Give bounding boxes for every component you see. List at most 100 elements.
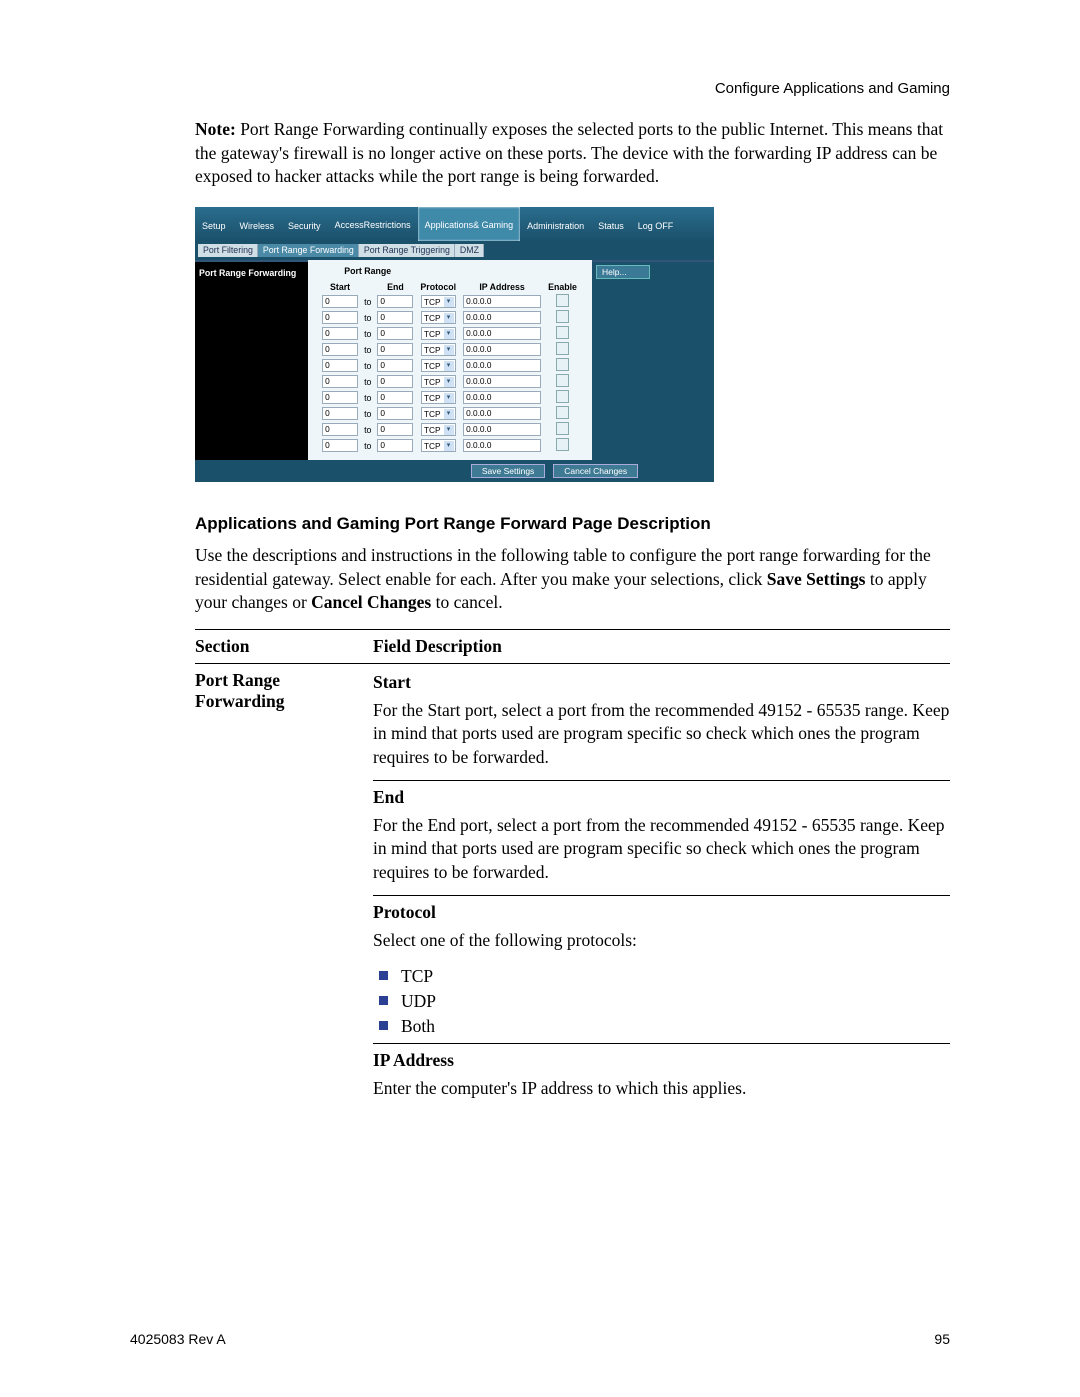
save-settings-button[interactable]: Save Settings <box>471 464 545 478</box>
protocol-select[interactable]: TCP▾ <box>421 359 456 372</box>
end-input[interactable]: 0 <box>377 439 413 452</box>
note-paragraph: Note: Port Range Forwarding continually … <box>195 118 950 189</box>
to-label: to <box>361 342 374 358</box>
tab-applications-gaming[interactable]: Applications& Gaming <box>418 207 521 241</box>
ip-input[interactable]: 0.0.0.0 <box>463 375 541 388</box>
end-input[interactable]: 0 <box>377 311 413 324</box>
section-heading: Applications and Gaming Port Range Forwa… <box>195 514 950 534</box>
ip-input[interactable]: 0.0.0.0 <box>463 439 541 452</box>
end-input[interactable]: 0 <box>377 327 413 340</box>
tab-status[interactable]: Status <box>591 207 631 241</box>
enable-checkbox[interactable] <box>556 358 569 371</box>
to-label: to <box>361 406 374 422</box>
protocol-select[interactable]: TCP▾ <box>421 407 456 420</box>
protocol-select[interactable]: TCP▾ <box>421 423 456 436</box>
protocol-select[interactable]: TCP▾ <box>421 391 456 404</box>
table-row: 0to0TCP▾0.0.0.0 <box>319 422 581 438</box>
help-button[interactable]: Help... <box>596 265 650 279</box>
col-spacer <box>361 280 374 294</box>
protocol-select[interactable]: TCP▾ <box>421 439 456 452</box>
end-input[interactable]: 0 <box>377 407 413 420</box>
enable-checkbox[interactable] <box>556 326 569 339</box>
table-row: 0to0 TCP▾ 0.0.0.0 <box>319 406 581 422</box>
chapter-title: Configure Applications and Gaming <box>715 80 950 97</box>
ip-input[interactable]: 0.0.0.0 <box>463 423 541 436</box>
protocol-select[interactable]: TCP▾ <box>421 327 456 340</box>
tab-security[interactable]: Security <box>281 207 328 241</box>
ip-input[interactable]: 0.0.0.0 <box>463 343 541 356</box>
end-input[interactable]: 0 <box>377 359 413 372</box>
chevron-down-icon: ▾ <box>444 441 454 451</box>
subtab-port-range-forwarding[interactable]: Port Range Forwarding <box>258 244 359 257</box>
ip-input[interactable]: 0.0.0.0 <box>463 327 541 340</box>
ip-input[interactable]: 0.0.0.0 <box>463 359 541 372</box>
table-row: 0to0 TCP▾ 0.0.0.0 <box>319 342 581 358</box>
start-input[interactable]: 0 <box>322 407 358 420</box>
start-input[interactable]: 0 <box>322 327 358 340</box>
field-title: End <box>373 785 950 812</box>
table-row: 0to0TCP▾0.0.0.0 <box>319 326 581 342</box>
enable-checkbox[interactable] <box>556 390 569 403</box>
router-screenshot: SetupWirelessSecurityAccessRestrictionsA… <box>195 207 714 482</box>
table-row: 0to0 TCP▾ 0.0.0.0 <box>319 358 581 374</box>
section-label-text: Port Range Forwarding <box>199 268 296 278</box>
enable-checkbox[interactable] <box>556 406 569 419</box>
enable-checkbox[interactable] <box>556 438 569 451</box>
ip-input[interactable]: 0.0.0.0 <box>463 407 541 420</box>
field-title: IP Address <box>373 1048 950 1075</box>
chevron-down-icon: ▾ <box>444 425 454 435</box>
end-input[interactable]: 0 <box>377 423 413 436</box>
enable-checkbox[interactable] <box>556 294 569 307</box>
cancel-changes-button[interactable]: Cancel Changes <box>553 464 638 478</box>
field-body: Enter the computer's IP address to which… <box>373 1075 950 1109</box>
table-row: 0to0TCP▾0.0.0.0 <box>319 310 581 326</box>
start-input[interactable]: 0 <box>322 295 358 308</box>
end-input[interactable]: 0 <box>377 375 413 388</box>
chevron-down-icon: ▾ <box>444 345 454 355</box>
col-protocol: Protocol <box>416 280 460 294</box>
protocol-select[interactable]: TCP▾ <box>421 343 456 356</box>
end-input[interactable]: 0 <box>377 295 413 308</box>
list-item: Both <box>373 1014 950 1039</box>
chevron-down-icon: ▾ <box>444 329 454 339</box>
tab-wireless[interactable]: Wireless <box>233 207 282 241</box>
note-body: Port Range Forwarding continually expose… <box>195 119 943 186</box>
start-input[interactable]: 0 <box>322 439 358 452</box>
end-input[interactable]: 0 <box>377 391 413 404</box>
chevron-down-icon: ▾ <box>444 393 454 403</box>
ip-input[interactable]: 0.0.0.0 <box>463 295 541 308</box>
start-input[interactable]: 0 <box>322 391 358 404</box>
start-input[interactable]: 0 <box>322 359 358 372</box>
enable-checkbox[interactable] <box>556 374 569 387</box>
field-title: Start <box>373 670 950 697</box>
list-item: TCP <box>373 964 950 989</box>
protocol-select[interactable]: TCP▾ <box>421 375 456 388</box>
tab-setup[interactable]: Setup <box>195 207 233 241</box>
subtab-port-range-triggering[interactable]: Port Range Triggering <box>359 244 455 257</box>
col-enable: Enable <box>544 280 581 294</box>
start-input[interactable]: 0 <box>322 423 358 436</box>
to-label: to <box>361 358 374 374</box>
ip-input[interactable]: 0.0.0.0 <box>463 391 541 404</box>
start-input[interactable]: 0 <box>322 311 358 324</box>
list-item: UDP <box>373 989 950 1014</box>
protocol-select[interactable]: TCP▾ <box>421 311 456 324</box>
enable-checkbox[interactable] <box>556 310 569 323</box>
start-input[interactable]: 0 <box>322 343 358 356</box>
tab-access-restrictions[interactable]: AccessRestrictions <box>328 207 418 241</box>
subtab-port-filtering[interactable]: Port Filtering <box>198 244 258 257</box>
enable-checkbox[interactable] <box>556 342 569 355</box>
tab-log-off[interactable]: Log OFF <box>631 207 681 241</box>
tab-administration[interactable]: Administration <box>520 207 591 241</box>
start-input[interactable]: 0 <box>322 375 358 388</box>
intro-bold-1: Save Settings <box>767 569 866 589</box>
enable-checkbox[interactable] <box>556 422 569 435</box>
subtab-dmz[interactable]: DMZ <box>455 244 484 257</box>
to-label: to <box>361 374 374 390</box>
intro-bold-2: Cancel Changes <box>311 592 431 612</box>
sub-tabs: Port FilteringPort Range ForwardingPort … <box>195 241 714 260</box>
end-input[interactable]: 0 <box>377 343 413 356</box>
protocol-select[interactable]: TCP▾ <box>421 295 456 308</box>
footer-left: 4025083 Rev A <box>130 1331 226 1347</box>
ip-input[interactable]: 0.0.0.0 <box>463 311 541 324</box>
